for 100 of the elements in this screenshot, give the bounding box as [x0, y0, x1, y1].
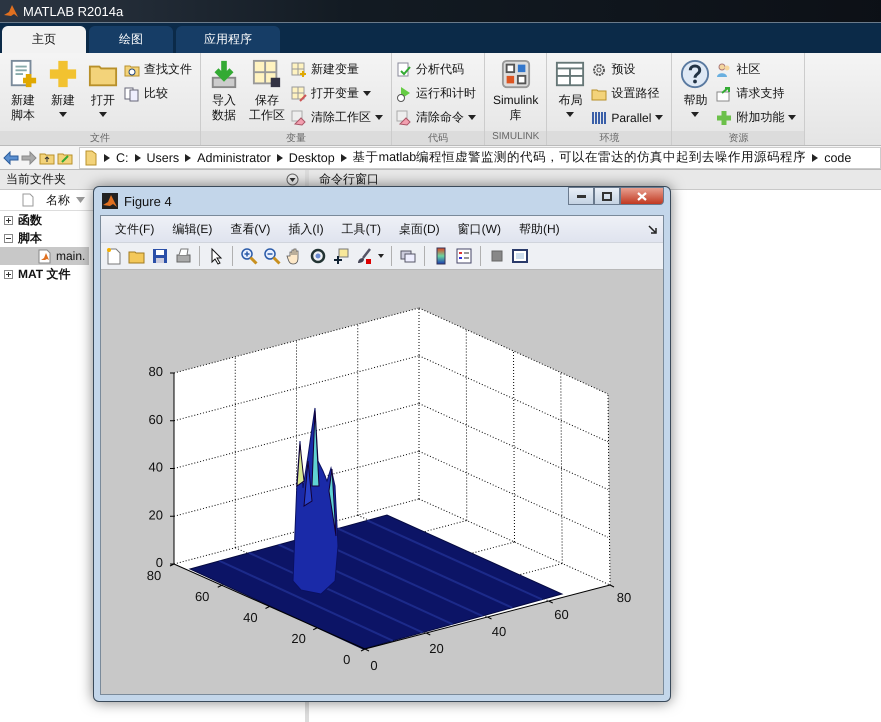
path-separator-icon — [134, 154, 140, 162]
minimize-button[interactable] — [568, 187, 594, 205]
panel-menu-icon[interactable] — [286, 173, 299, 186]
ribbon-tab[interactable]: 主页 — [2, 26, 86, 53]
dock-arrow-icon[interactable] — [648, 224, 657, 234]
menu-item[interactable]: 工具(T) — [334, 220, 389, 238]
axis-tick-label: 40 — [148, 460, 163, 474]
grid-plus-icon — [291, 62, 307, 78]
ribbon-button[interactable]: 请求支持 — [716, 83, 800, 104]
back-arrow-icon[interactable] — [3, 150, 19, 164]
expand-icon[interactable] — [4, 216, 13, 224]
ribbon-tab[interactable]: 应用程序 — [176, 26, 280, 53]
menu-item[interactable]: 帮助(H) — [510, 220, 568, 238]
eraser-icon — [396, 110, 412, 126]
legend-icon[interactable] — [455, 247, 473, 265]
frame-icon[interactable] — [511, 247, 529, 265]
tree-item[interactable]: MAT 文件 — [0, 265, 74, 283]
ribbon-button[interactable]: 分析代码 — [396, 59, 480, 80]
menu-item[interactable]: 文件(F) — [107, 220, 162, 238]
caret-icon — [375, 115, 383, 120]
ribbon-button[interactable]: 预设 — [591, 59, 668, 80]
ribbon-button[interactable]: Simulink 库 — [489, 57, 542, 125]
column-header[interactable]: 名称 — [46, 192, 70, 208]
address-field[interactable]: C: Users Administrator Desktop 基于matlab编程恒虚警监测的代码，可以在雷达的仿真中起到去噪作用源码程序 code — [79, 146, 881, 168]
window-title: Figure 4 — [124, 194, 172, 208]
file-icon — [22, 193, 34, 207]
ribbon-button[interactable]: Parallel — [591, 107, 668, 128]
caret-icon — [99, 112, 107, 117]
path-segment[interactable]: C: — [116, 150, 128, 164]
tree-item[interactable]: main. — [0, 247, 90, 265]
document-check-icon — [396, 62, 412, 78]
menu-item[interactable]: 查看(V) — [222, 220, 278, 238]
ribbon-group-label: SIMULINK — [485, 131, 546, 145]
ribbon-button[interactable]: 帮助 — [676, 57, 714, 119]
expand-icon[interactable] — [4, 270, 13, 278]
ribbon-button[interactable]: 导入 数据 — [205, 57, 243, 125]
path-separator-icon — [812, 154, 818, 162]
grid-save-icon — [252, 59, 282, 89]
rotate-icon[interactable] — [309, 247, 327, 265]
eraser-icon — [291, 110, 307, 126]
sort-caret-icon — [76, 197, 85, 203]
script-plus-icon — [8, 59, 38, 89]
ribbon-button[interactable]: 运行和计时 — [396, 83, 480, 104]
ribbon-button[interactable]: 清除工作区 — [291, 107, 387, 128]
ribbon-tab[interactable]: 绘图 — [89, 26, 173, 53]
caret-icon — [59, 112, 67, 117]
caret-icon[interactable] — [378, 254, 384, 258]
axis-tick-label: 80 — [616, 590, 632, 605]
run-timer-icon — [396, 86, 412, 102]
panel-title: 当前文件夹 — [6, 171, 66, 188]
menu-item[interactable]: 窗口(W) — [450, 220, 509, 238]
tree-item[interactable]: 脚本 — [0, 229, 46, 247]
axis-tick-label: 0 — [156, 555, 163, 570]
ribbon-button[interactable]: 查找文件 — [124, 59, 196, 80]
close-icon — [637, 192, 647, 200]
ribbon-button[interactable]: 新建变量 — [291, 59, 387, 80]
axis-tick-label: 80 — [146, 568, 162, 583]
zoom-out-icon[interactable] — [263, 247, 281, 265]
ribbon-button[interactable]: 社区 — [716, 59, 800, 80]
save-icon[interactable] — [151, 247, 169, 265]
maximize-button[interactable] — [594, 187, 620, 205]
axis-tick-label: 40 — [492, 624, 506, 639]
axis-tick-label: 80 — [148, 364, 163, 379]
ribbon-button[interactable]: 布局 — [551, 57, 590, 119]
data-cursor-icon[interactable] — [332, 247, 350, 265]
menu-item[interactable]: 桌面(D) — [390, 220, 448, 238]
brush-icon[interactable] — [355, 247, 373, 265]
close-button[interactable] — [620, 187, 664, 205]
new-file-icon[interactable] — [105, 247, 123, 265]
collapse-icon[interactable] — [4, 234, 13, 242]
ribbon-button[interactable]: 附加功能 — [716, 107, 800, 128]
script-file-icon — [38, 248, 51, 264]
print-icon[interactable] — [174, 247, 192, 265]
zoom-in-icon[interactable] — [240, 247, 258, 265]
folder-up-icon[interactable] — [39, 150, 55, 164]
ribbon-group-label: 文件 — [0, 131, 200, 145]
ribbon-button[interactable]: 比较 — [124, 83, 196, 104]
caret-icon — [788, 115, 796, 120]
path-segment[interactable]: 基于matlab编程恒虚警监测的代码，可以在雷达的仿真中起到去噪作用源码程序 — [352, 149, 806, 166]
ribbon-group-label: 环境 — [547, 131, 672, 145]
ribbon-button[interactable]: 打开 — [84, 57, 122, 119]
ribbon-button[interactable]: 设置路径 — [591, 83, 668, 104]
path-separator-icon — [340, 154, 347, 162]
ribbon-button[interactable]: 打开变量 — [291, 83, 387, 104]
axis-tick-label: 0 — [343, 652, 350, 667]
menu-item[interactable]: 编辑(E) — [164, 220, 220, 238]
menu-item[interactable]: 插入(I) — [280, 220, 332, 238]
path-segment[interactable]: Desktop — [288, 150, 335, 164]
ribbon-button[interactable]: 新建 — [44, 57, 82, 119]
ribbon-button[interactable]: 新建 脚本 — [4, 57, 42, 125]
envelope-arrow-icon — [716, 86, 732, 102]
path-segment[interactable]: Administrator — [197, 150, 271, 164]
minimize-icon — [576, 194, 586, 198]
tree-item[interactable]: 函数 — [0, 211, 46, 229]
ribbon-button[interactable]: 清除命令 — [396, 107, 480, 128]
path-segment[interactable]: code — [824, 150, 852, 164]
grid-pencil-icon — [291, 86, 307, 102]
people-icon — [716, 62, 732, 78]
path-segment[interactable]: Users — [146, 150, 180, 164]
ribbon-button[interactable]: 保存 工作区 — [245, 57, 289, 125]
